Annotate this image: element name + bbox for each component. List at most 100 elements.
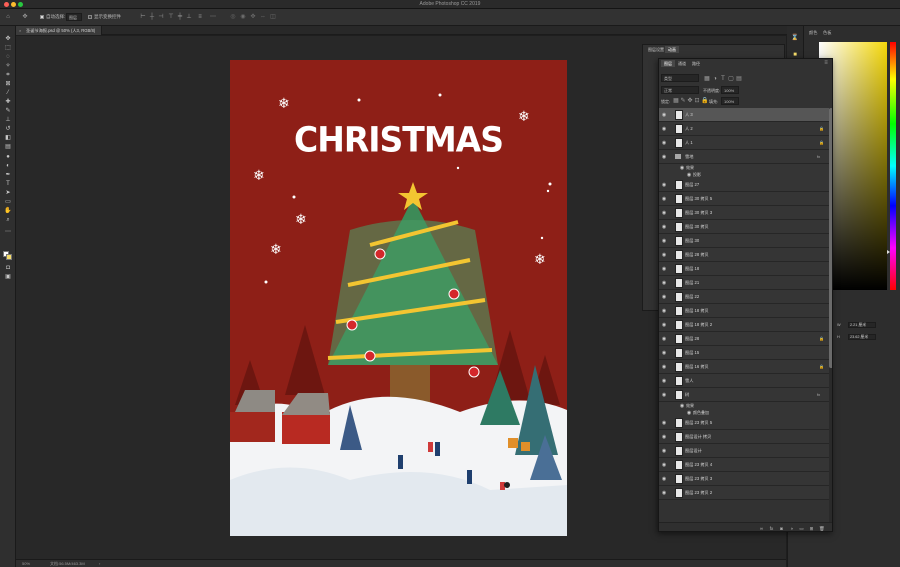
visibility-eye-icon[interactable]: ◉ bbox=[661, 154, 667, 160]
magic-wand-icon[interactable]: ✧ bbox=[4, 62, 12, 70]
lock-pixels-icon[interactable]: ▦ bbox=[673, 98, 679, 104]
marquee-tool-icon[interactable]: ⬚ bbox=[4, 44, 12, 52]
hue-slider-marker[interactable] bbox=[887, 250, 890, 254]
path-selection-icon[interactable]: ➤ bbox=[4, 189, 12, 197]
layer-row[interactable]: ◉ 图层设计 bbox=[659, 444, 829, 458]
align-right-icon[interactable]: ⊣ bbox=[158, 14, 164, 20]
layer-row[interactable]: ◉ 图层 23 拷贝 3 bbox=[659, 472, 829, 486]
filter-adjustment-icon[interactable]: ◑ bbox=[712, 76, 718, 82]
tab-paths[interactable]: 路径 bbox=[689, 60, 703, 67]
layers-scroll-thumb[interactable] bbox=[829, 108, 832, 368]
clone-stamp-icon[interactable]: ⊥ bbox=[4, 116, 12, 124]
align-center-icon[interactable]: ┼ bbox=[149, 14, 155, 20]
auto-select-target-select[interactable]: 图层 bbox=[66, 13, 82, 21]
tab-layer-comps[interactable]: 图层设置 bbox=[645, 46, 667, 53]
layer-row[interactable]: ◉ 图层设计 拷贝 bbox=[659, 430, 829, 444]
close-tab-icon[interactable]: × bbox=[19, 28, 21, 33]
fill-field[interactable]: 100% bbox=[721, 97, 739, 105]
layer-fx-icon[interactable]: fx bbox=[817, 154, 822, 159]
layer-row[interactable]: ◉ 图层 16 拷贝 🔒 bbox=[659, 360, 829, 374]
zoom-level[interactable]: 50% bbox=[22, 561, 30, 566]
layer-row[interactable]: ◉ 图层 23 拷贝 5 bbox=[659, 416, 829, 430]
add-mask-icon[interactable]: ◙ bbox=[779, 526, 784, 531]
layer-row[interactable]: ◉ 图层 18 拷贝 bbox=[659, 304, 829, 318]
visibility-eye-icon[interactable]: ◉ bbox=[661, 112, 667, 118]
layer-list[interactable]: ◉ 人 3 ◉ 人 2 🔒 ◉ 人 1 🔒 ◉ 雪地 fx ◉ 效果 ◉ 投影 ◉ 图层 27 ◉ 图层 30 拷贝… bbox=[659, 108, 829, 522]
layer-row[interactable]: ◉ 图层 30 bbox=[659, 234, 829, 248]
blur-tool-icon[interactable]: ● bbox=[4, 153, 12, 161]
visibility-eye-icon[interactable]: ◉ bbox=[661, 490, 667, 496]
visibility-eye-icon[interactable]: ◉ bbox=[661, 392, 667, 398]
move-tool-icon[interactable]: ✥ bbox=[4, 35, 12, 43]
visibility-eye-icon[interactable]: ◉ bbox=[661, 266, 667, 272]
add-style-icon[interactable]: fx bbox=[769, 526, 774, 531]
visibility-eye-icon[interactable]: ◉ bbox=[661, 462, 667, 468]
visibility-eye-icon[interactable]: ◉ bbox=[661, 336, 667, 342]
layer-row[interactable]: ◉ 图层 30 拷贝 3 bbox=[659, 206, 829, 220]
poster-artboard[interactable]: ❄ ❄ ❄ ❄ ❄ ❄ CHRISTMAS bbox=[230, 60, 567, 536]
tab-color[interactable]: 颜色 bbox=[809, 30, 817, 36]
type-tool-icon[interactable]: T bbox=[4, 180, 12, 188]
visibility-eye-icon[interactable]: ◉ bbox=[661, 322, 667, 328]
3d-scale-icon[interactable]: ◫ bbox=[270, 14, 276, 20]
layer-fx-icon[interactable]: fx bbox=[817, 392, 822, 397]
layer-row[interactable]: ◉ 图层 21 bbox=[659, 276, 829, 290]
visibility-eye-icon[interactable]: ◉ bbox=[661, 210, 667, 216]
layer-row[interactable]: ◉ 图层 23 拷贝 2 bbox=[659, 486, 829, 500]
layer-effect-row[interactable]: ◉ 效果 bbox=[659, 164, 829, 171]
layer-row[interactable]: ◉ 图层 30 拷贝 bbox=[659, 220, 829, 234]
crop-tool-icon[interactable]: ⌗ bbox=[4, 71, 12, 79]
layer-row[interactable]: ◉ 图层 22 bbox=[659, 290, 829, 304]
hue-slider[interactable] bbox=[890, 42, 896, 290]
tab-swatches[interactable]: 色板 bbox=[823, 30, 831, 36]
layer-effect-row[interactable]: ◉ 投影 bbox=[659, 171, 829, 178]
eraser-icon[interactable]: ◧ bbox=[4, 134, 12, 142]
layer-row[interactable]: ◉ 图层 28 拷贝 bbox=[659, 248, 829, 262]
eyedropper-icon[interactable]: ⁄ bbox=[4, 89, 12, 97]
visibility-eye-icon[interactable]: ◉ bbox=[661, 182, 667, 188]
visibility-eye-icon[interactable]: ◉ bbox=[661, 252, 667, 258]
layer-row[interactable]: ◉ 图层 23 拷贝 4 bbox=[659, 458, 829, 472]
visibility-eye-icon[interactable]: ◉ bbox=[661, 294, 667, 300]
layer-row[interactable]: ◉ 雪人 bbox=[659, 374, 829, 388]
blend-mode-select[interactable]: 正常 bbox=[661, 86, 699, 94]
3d-orbit-icon[interactable]: ◎ bbox=[230, 14, 236, 20]
link-layers-icon[interactable]: ∞ bbox=[759, 526, 764, 531]
visibility-eye-icon[interactable]: ◉ bbox=[661, 420, 667, 426]
brush-tool-icon[interactable]: ✎ bbox=[4, 107, 12, 115]
tab-layers[interactable]: 图层 bbox=[661, 60, 675, 67]
history-panel-icon[interactable]: ⌛ bbox=[791, 34, 799, 42]
zoom-tool-icon[interactable]: ⌕ bbox=[4, 216, 12, 224]
lock-all-icon[interactable]: 🔒 bbox=[701, 98, 708, 104]
layer-row[interactable]: ◉ 树 fx bbox=[659, 388, 829, 402]
home-icon[interactable]: ⌂ bbox=[5, 14, 11, 20]
layer-effect-row[interactable]: ◉ 颜色叠加 bbox=[659, 409, 829, 416]
rectangle-tool-icon[interactable]: ▭ bbox=[4, 198, 12, 206]
show-transform-checkbox[interactable] bbox=[88, 15, 92, 19]
visibility-eye-icon[interactable]: ◉ bbox=[661, 434, 667, 440]
align-top-icon[interactable]: ⊤ bbox=[168, 14, 174, 20]
frame-tool-icon[interactable]: ⊠ bbox=[4, 80, 12, 88]
tab-timeline[interactable]: 动画 bbox=[665, 46, 679, 53]
layer-row[interactable]: ◉ 图层 27 bbox=[659, 178, 829, 192]
filter-smart-object-icon[interactable]: ▤ bbox=[736, 76, 742, 82]
move-tool-icon[interactable]: ✥ bbox=[22, 14, 28, 20]
align-left-icon[interactable]: ⊢ bbox=[140, 14, 146, 20]
more-tools-icon[interactable]: ⋯ bbox=[4, 228, 12, 236]
filter-shape-icon[interactable]: ▢ bbox=[728, 76, 734, 82]
layer-row[interactable]: ◉ 图层 30 拷贝 5 bbox=[659, 192, 829, 206]
filter-pixel-icon[interactable]: ▦ bbox=[704, 76, 710, 82]
new-adjustment-icon[interactable]: ◑ bbox=[789, 526, 794, 531]
visibility-eye-icon[interactable]: ◉ bbox=[661, 448, 667, 454]
3d-slide-icon[interactable]: ⇔ bbox=[260, 14, 266, 20]
auto-select-checkbox[interactable] bbox=[40, 15, 44, 19]
visibility-eye-icon[interactable]: ◉ bbox=[661, 364, 667, 370]
layer-row[interactable]: ◉ 人 1 🔒 bbox=[659, 136, 829, 150]
filter-kind-select[interactable]: 类型 bbox=[661, 74, 699, 82]
layer-row[interactable]: ◉ 图层 15 bbox=[659, 346, 829, 360]
lasso-tool-icon[interactable]: ◌ bbox=[4, 53, 12, 61]
opacity-field[interactable]: 100% bbox=[721, 86, 739, 94]
background-color-swatch[interactable] bbox=[6, 254, 12, 260]
delete-layer-icon[interactable]: 🗑 bbox=[819, 526, 825, 531]
visibility-eye-icon[interactable]: ◉ bbox=[661, 224, 667, 230]
